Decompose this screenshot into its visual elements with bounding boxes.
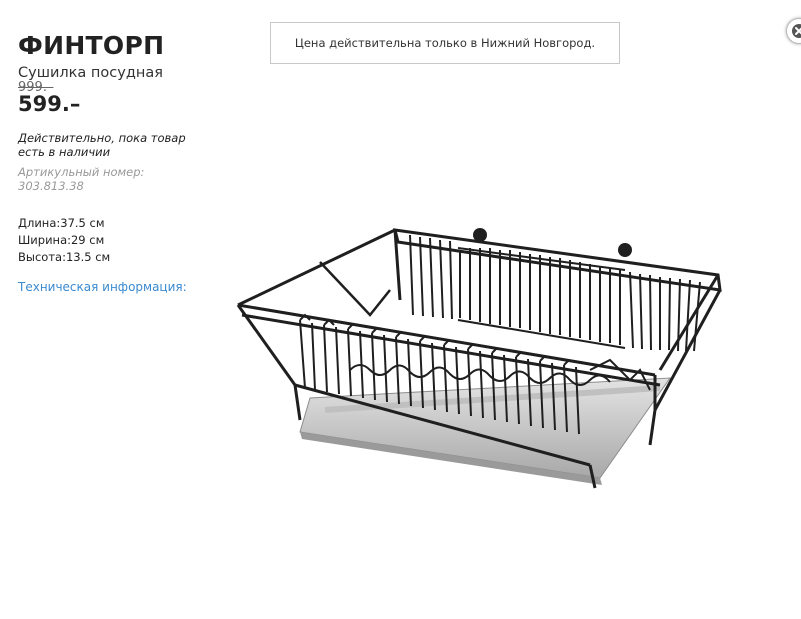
close-button[interactable] — [786, 18, 801, 44]
dimension-length: Длина:37.5 см — [18, 216, 105, 230]
dimensions-list: Длина:37.5 см Ширина:29 см Высота:13.5 с… — [18, 215, 110, 266]
close-icon — [792, 24, 801, 38]
notice-text: Цена действительна только в Нижний Новго… — [294, 36, 596, 50]
dimension-width: Ширина:29 см — [18, 233, 105, 247]
product-title: ФИНТОРП — [18, 31, 165, 60]
article-number: Артикульный номер: 303.813.38 — [18, 165, 145, 193]
price-region-notice: Цена действительна только в Нижний Новго… — [270, 22, 620, 64]
dish-drainer-image — [236, 228, 722, 489]
current-price: 599.– — [18, 92, 81, 116]
dimension-height: Высота:13.5 см — [18, 250, 111, 264]
technical-info-link[interactable]: Техническая информация: — [18, 280, 187, 294]
product-description: Сушилка посудная — [18, 65, 163, 81]
availability-note: Действительно, пока товар есть в наличии — [18, 131, 186, 159]
